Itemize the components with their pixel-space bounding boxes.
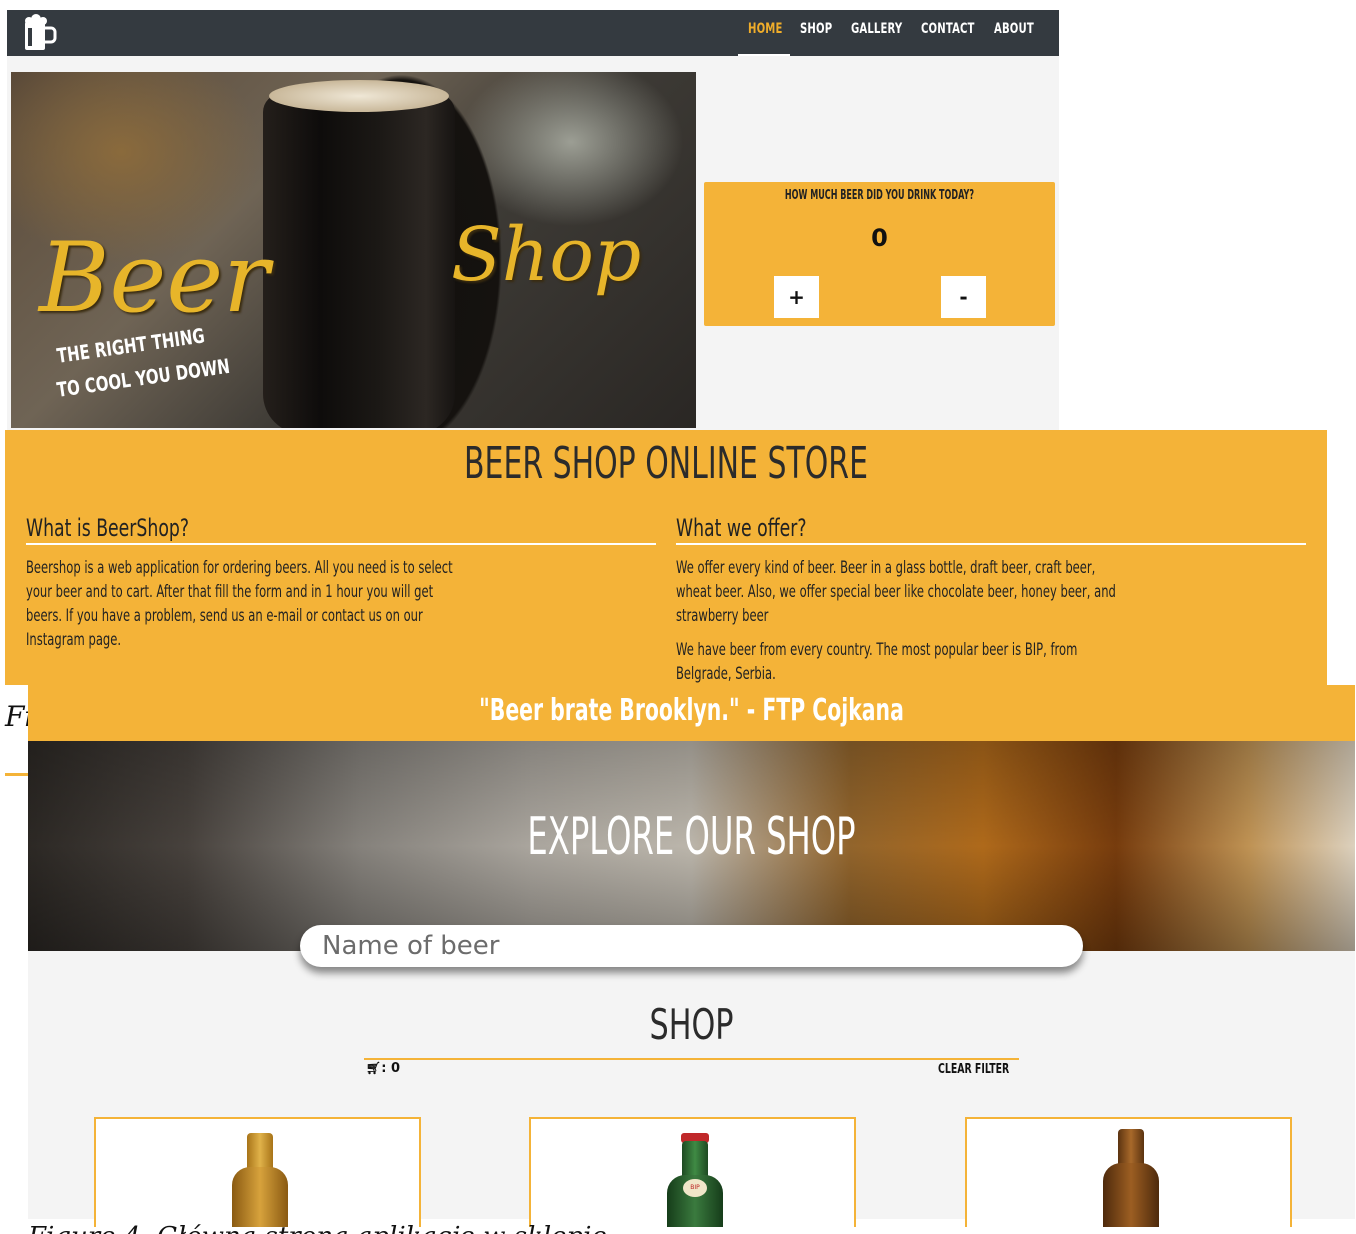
clear-filter-button[interactable]: CLEAR FILTER bbox=[938, 1062, 1009, 1077]
beer-glass-image bbox=[263, 94, 455, 428]
offer-line-3: strawberry beer bbox=[676, 606, 769, 626]
what-is-divider bbox=[26, 543, 656, 545]
hero-section: HOME SHOP GALLERY CONTACT ABOUT Beer Sho… bbox=[7, 10, 1059, 430]
product-card[interactable] bbox=[965, 1117, 1292, 1227]
about-section: BEER SHOP ONLINE STORE What is BeerShop?… bbox=[5, 430, 1327, 685]
offer-line-5: Belgrade, Serbia. bbox=[676, 664, 776, 684]
quote-bar: "Beer brate Brooklyn." - FTP Cojkana bbox=[28, 685, 1355, 741]
cart-counter[interactable]: 🛒︎: 0 bbox=[366, 1061, 400, 1076]
what-is-heading: What is BeerShop? bbox=[26, 514, 190, 542]
top-navbar: HOME SHOP GALLERY CONTACT ABOUT bbox=[7, 10, 1059, 56]
counter-question: HOW MUCH BEER DID YOU DRINK TODAY? bbox=[784, 188, 975, 203]
offer-line-4: We have beer from every country. The mos… bbox=[676, 640, 1078, 660]
cart-icon[interactable]: 🛒︎ bbox=[366, 1061, 381, 1075]
page-margin bbox=[1335, 430, 1356, 685]
active-nav-indicator bbox=[738, 54, 790, 56]
what-is-line-2: your beer and to cart. After that fill t… bbox=[26, 582, 434, 602]
what-we-offer-heading: What we offer? bbox=[676, 514, 807, 542]
offer-line-1: We offer every kind of beer. Beer in a g… bbox=[676, 558, 1096, 578]
decrement-button[interactable]: - bbox=[941, 276, 986, 318]
increment-button[interactable]: + bbox=[774, 276, 819, 318]
nav-about-link[interactable]: ABOUT bbox=[994, 10, 1034, 56]
nav-shop-link[interactable]: SHOP bbox=[800, 10, 832, 56]
cart-count: : 0 bbox=[381, 1061, 401, 1076]
beer-search-input[interactable] bbox=[300, 925, 1083, 967]
hero-logo-word-beer: Beer bbox=[39, 222, 270, 334]
shop-title: SHOP bbox=[649, 1000, 734, 1049]
what-we-offer-divider bbox=[676, 543, 1306, 545]
shop-banner-image: EXPLORE OUR SHOP bbox=[28, 741, 1355, 951]
bip-label: BIP bbox=[683, 1179, 707, 1197]
shop-divider bbox=[364, 1058, 1019, 1060]
hero-logo-word-shop: Shop bbox=[451, 212, 642, 298]
what-is-line-4: Instagram page. bbox=[26, 630, 122, 650]
product-card[interactable]: BIP bbox=[529, 1117, 856, 1227]
beer-foam-image bbox=[269, 80, 449, 112]
what-is-line-1: Beershop is a web application for orderi… bbox=[26, 558, 453, 578]
shop-section: "Beer brate Brooklyn." - FTP Cojkana EXP… bbox=[28, 685, 1355, 1227]
nav-contact-link[interactable]: CONTACT bbox=[921, 10, 975, 56]
explore-title: EXPLORE OUR SHOP bbox=[527, 807, 856, 867]
quote-text: "Beer brate Brooklyn." - FTP Cojkana bbox=[479, 693, 904, 728]
offer-line-2: wheat beer. Also, we offer special beer … bbox=[676, 582, 1116, 602]
beer-counter-widget: HOW MUCH BEER DID YOU DRINK TODAY? 0 + - bbox=[704, 182, 1055, 326]
about-title: BEER SHOP ONLINE STORE bbox=[464, 438, 868, 489]
what-is-line-3: beers. If you have a problem, send us an… bbox=[26, 606, 423, 626]
product-card[interactable] bbox=[94, 1117, 421, 1227]
hero-image: Beer Shop THE RIGHT THING TO COOL YOU DO… bbox=[11, 72, 696, 428]
counter-value: 0 bbox=[871, 224, 888, 252]
beer-mug-logo-icon[interactable] bbox=[21, 14, 57, 52]
nav-home-link[interactable]: HOME bbox=[748, 10, 783, 56]
nav-gallery-link[interactable]: GALLERY bbox=[851, 10, 902, 56]
figure-caption: Figure 4. Główna strona aplikacje w skle… bbox=[28, 1222, 607, 1234]
